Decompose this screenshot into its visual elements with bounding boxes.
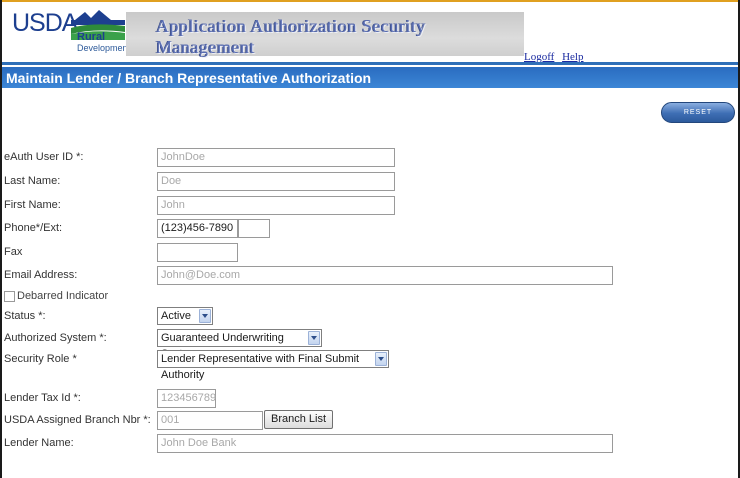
- debarred-label: Debarred Indicator: [17, 290, 109, 302]
- first-name-label: First Name:: [4, 199, 61, 211]
- email-input[interactable]: John@Doe.com: [157, 266, 613, 285]
- phone-label: Phone*/Ext:: [4, 222, 63, 234]
- branch-list-button[interactable]: Branch List: [264, 410, 333, 429]
- first-name-input[interactable]: John: [157, 196, 395, 215]
- phone-input[interactable]: (123)456-7890: [157, 219, 238, 238]
- status-value: Active: [161, 310, 191, 322]
- chevron-down-icon[interactable]: [199, 309, 211, 323]
- page-header-bar: Maintain Lender / Branch Representative …: [2, 67, 738, 88]
- security-role-label: Security Role *: [4, 353, 77, 365]
- last-name-label: Last Name:: [4, 175, 61, 187]
- reset-button[interactable]: RESET: [661, 102, 735, 123]
- security-role-value: Lender Representative with Final Submit …: [161, 353, 360, 381]
- eauth-user-id-label: eAuth User ID *:: [4, 151, 84, 163]
- security-role-select[interactable]: Lender Representative with Final Submit …: [157, 350, 389, 381]
- eauth-user-id-input[interactable]: JohnDoe: [157, 148, 395, 167]
- logo-usda-text: USDA: [12, 9, 78, 37]
- last-name-input[interactable]: Doe: [157, 172, 395, 191]
- app-title: Application Authorization Security Manag…: [156, 16, 426, 57]
- fax-label: Fax: [4, 246, 23, 258]
- lender-tax-id-label: Lender Tax Id *:: [4, 392, 81, 404]
- chevron-down-icon[interactable]: [308, 331, 320, 345]
- logo-development-text: Development: [77, 43, 131, 53]
- fax-input[interactable]: [157, 243, 238, 262]
- header-divider: [2, 62, 738, 65]
- logo-rural-text: Rural: [77, 31, 106, 43]
- email-label: Email Address:: [4, 269, 78, 281]
- lender-tax-id-input[interactable]: 123456789: [157, 389, 216, 408]
- chevron-down-icon[interactable]: [375, 352, 387, 366]
- branch-nbr-input[interactable]: 001: [157, 411, 263, 430]
- usda-rural-development-logo: USDA Rural Development: [8, 7, 130, 56]
- branch-nbr-label: USDA Assigned Branch Nbr *:: [4, 414, 151, 426]
- phone-ext-input[interactable]: [238, 219, 270, 238]
- authorized-system-select[interactable]: Guaranteed Underwriting System: [157, 329, 322, 360]
- top-border: [0, 0, 740, 2]
- status-select[interactable]: Active: [157, 307, 213, 325]
- status-label: Status *:: [4, 310, 46, 322]
- authorized-system-label: Authorized System *:: [4, 332, 107, 344]
- lender-name-label: Lender Name:: [4, 437, 74, 449]
- debarred-checkbox[interactable]: [4, 291, 15, 302]
- app-banner: Application Authorization Security Manag…: [126, 12, 524, 57]
- page-title: Maintain Lender / Branch Representative …: [6, 70, 372, 86]
- lender-name-input[interactable]: John Doe Bank: [157, 434, 613, 453]
